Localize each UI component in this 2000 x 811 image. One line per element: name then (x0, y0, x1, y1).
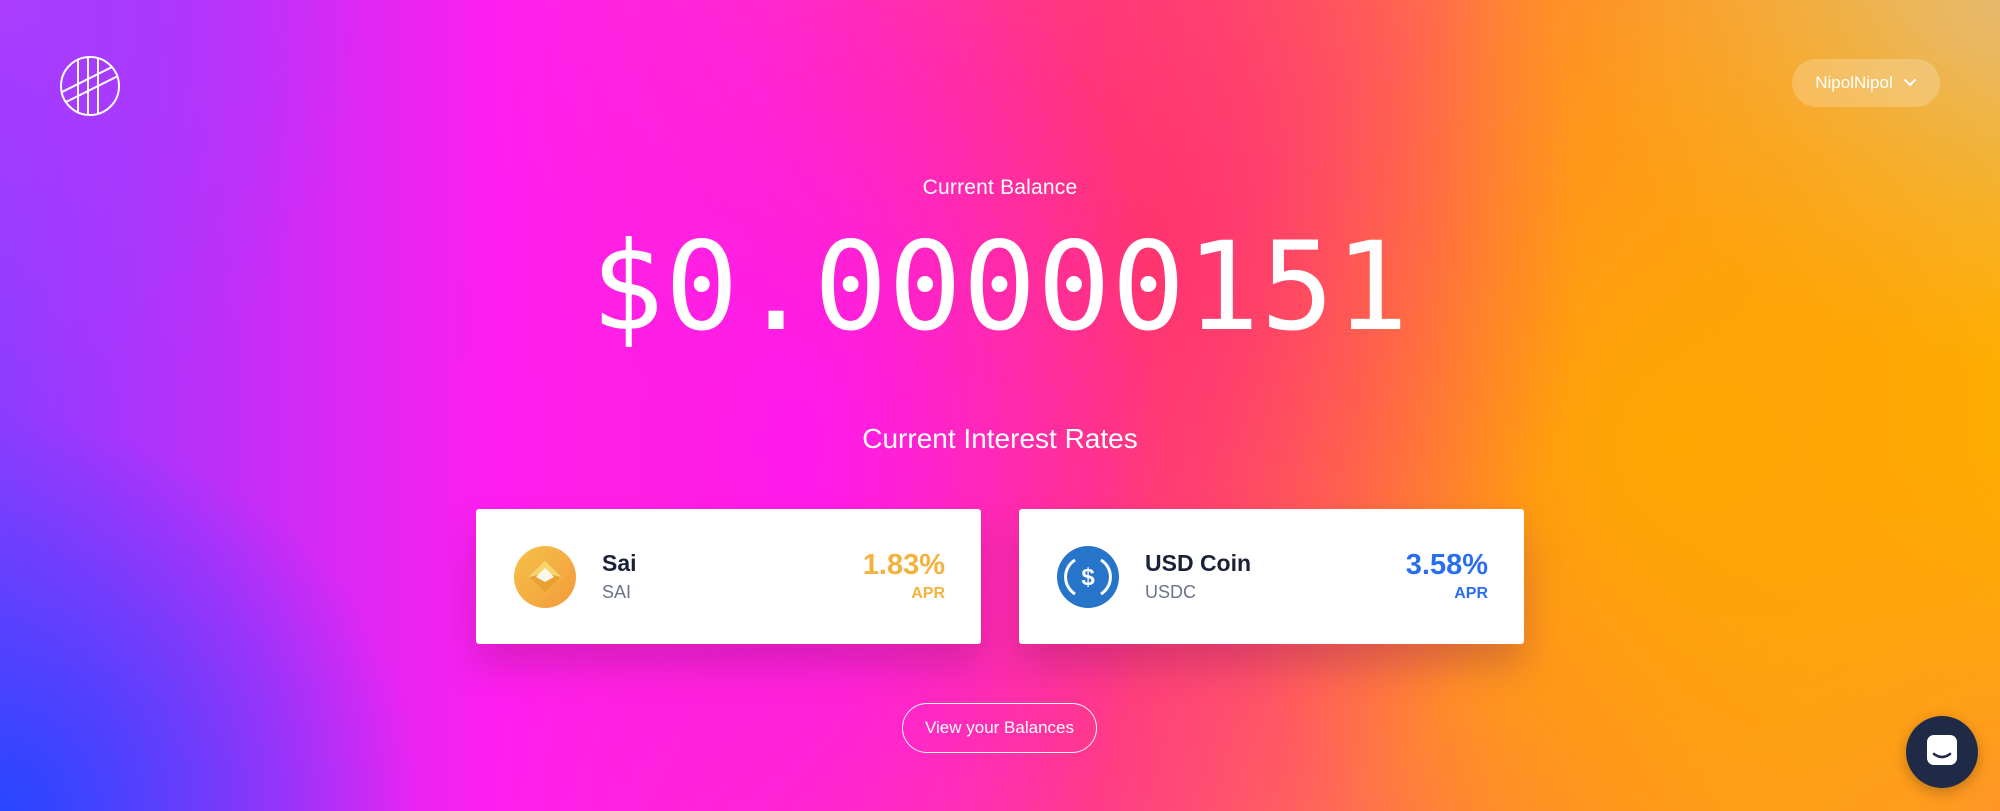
sai-coin-icon (514, 545, 576, 608)
chat-launcher-button[interactable] (1906, 716, 1978, 788)
user-menu-label: NipolNipol (1815, 73, 1893, 92)
coin-name: USD Coin (1145, 549, 1252, 576)
page: NipolNipol Current Balance $0.00000151 C… (0, 0, 2000, 811)
chevron-down-icon (1903, 73, 1917, 93)
rate-label: APR (911, 584, 945, 602)
rate-label: APR (1454, 584, 1488, 602)
coin-symbol: USDC (1145, 581, 1197, 602)
view-balances-button[interactable]: View your Balances (902, 703, 1097, 753)
rate-card-usdc: $ USD Coin USDC 3.58% APR (1019, 509, 1524, 644)
coin-symbol: SAI (602, 581, 632, 602)
svg-text:$: $ (1081, 564, 1095, 591)
striped-circle-logo-icon[interactable] (58, 54, 122, 118)
rate-value: 1.83% (862, 548, 945, 581)
coin-name: Sai (602, 549, 637, 576)
chat-icon (1924, 732, 1960, 773)
user-menu-button[interactable]: NipolNipol (1792, 59, 1940, 107)
balance-value: $0.00000151 (590, 216, 1410, 358)
balance-label: Current Balance (922, 176, 1078, 199)
rate-value: 3.58% (1405, 548, 1488, 581)
rate-card-sai: Sai SAI 1.83% APR (476, 509, 981, 644)
rates-title: Current Interest Rates (862, 423, 1138, 454)
usdc-coin-icon: $ (1057, 545, 1119, 608)
